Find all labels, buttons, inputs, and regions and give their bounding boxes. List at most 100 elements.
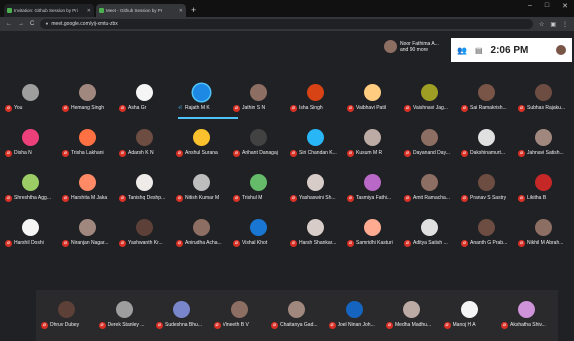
participant-tile[interactable]: ⌀ You <box>2 73 59 118</box>
close-tab-icon[interactable]: ✕ <box>87 8 91 14</box>
participant-avatar <box>173 301 190 318</box>
participant-tile[interactable]: ⌀ Anirudha Acha... <box>173 208 230 253</box>
participant-tile[interactable]: ⌀ Anshul Surana <box>173 118 230 163</box>
participant-tile[interactable]: ⌀ Sai Ramakrish... <box>458 73 515 118</box>
close-tab-icon[interactable]: ✕ <box>179 8 183 14</box>
participant-avatar <box>193 84 210 101</box>
participant-tile[interactable]: ⌀ Asha Gr <box>116 73 173 118</box>
participant-name: Ananth G Prab... <box>470 240 508 246</box>
participant-tile[interactable]: ⌀ Akshatha Shiv... <box>498 290 555 335</box>
close-window-icon[interactable]: ✕ <box>562 2 568 10</box>
back-icon[interactable]: ← <box>6 21 12 27</box>
participant-name: Joel Ninan Joh... <box>337 322 375 328</box>
browser-tab-meet[interactable]: Meet - Github Session by Pr ✕ <box>96 4 186 17</box>
participant-tile[interactable]: ⌀ Harshita M Jaka <box>59 163 116 208</box>
participant-tile[interactable]: ⌀ Tasmiya Fathi... <box>344 163 401 208</box>
participant-avatar <box>518 301 535 318</box>
participant-tile[interactable]: ⌀ Jathin S N <box>230 73 287 118</box>
participant-tile[interactable]: ⌀ Yashaswini Sh... <box>287 163 344 208</box>
participant-tile[interactable]: ⌀ Adarsh K N <box>116 118 173 163</box>
menu-icon[interactable]: ⋮ <box>562 21 568 28</box>
participant-tile[interactable]: ⌀ Jahnavi Satish... <box>515 118 572 163</box>
participant-tile[interactable]: ⌀ Vineeth B V <box>211 290 268 335</box>
participant-tile[interactable]: ⌀ Derek Stanley ... <box>96 290 153 335</box>
participant-avatar <box>421 174 438 191</box>
participant-name: Amit Ramacha... <box>413 195 450 201</box>
participant-tile[interactable]: ⌀ Dayanand Day... <box>401 118 458 163</box>
forward-icon[interactable]: → <box>18 21 24 27</box>
participant-avatar <box>136 84 153 101</box>
participant-name: Nikhil M Abrah... <box>527 240 564 246</box>
chat-icon[interactable]: ▤ <box>475 46 483 55</box>
mic-muted-icon: ⌀ <box>119 150 126 157</box>
participant-avatar <box>136 129 153 146</box>
participant-tile[interactable]: ⌀ Vishal Khot <box>230 208 287 253</box>
lock-icon: ● <box>45 21 49 27</box>
mic-muted-icon: ⌀ <box>213 322 221 329</box>
participant-tile[interactable]: ⌀ Aditya Satish ... <box>401 208 458 253</box>
participant-tile[interactable]: ⌀ Tanishq Deshp... <box>116 163 173 208</box>
participant-tile[interactable]: ⌀ Niranjan Nagar... <box>59 208 116 253</box>
minimize-icon[interactable]: – <box>528 2 532 10</box>
participant-tile[interactable]: ⌀ Kusum M R <box>344 118 401 163</box>
participant-tile[interactable]: ⌀ Disha N <box>2 118 59 163</box>
participant-tile[interactable]: ⌀ Siri Chandan K... <box>287 118 344 163</box>
participant-tile[interactable]: ⌀ Samridhi Kasturi <box>344 208 401 253</box>
browser-tab-invitation[interactable]: Invitation: Github Session by Pri ✕ <box>4 4 94 17</box>
meeting-clock: 2:06 PM <box>490 44 529 56</box>
participant-name: Yashwanth Kr... <box>128 240 163 246</box>
mic-muted-icon: ⌀ <box>5 240 12 247</box>
participant-tile[interactable]: ⌀ Medha Madhu... <box>383 290 440 335</box>
mic-muted-icon: ⌀ <box>290 150 297 157</box>
bookmark-star-icon[interactable]: ☆ <box>539 21 544 28</box>
participant-avatar <box>364 84 381 101</box>
participant-tile[interactable]: ⌀ Harshil Doshi <box>2 208 59 253</box>
new-tab-icon[interactable]: + <box>191 4 196 17</box>
participant-name: You <box>14 105 23 111</box>
participant-avatar <box>535 174 552 191</box>
participant-avatar <box>307 129 324 146</box>
participant-tile[interactable]: ⌀ Sudeshna Bhu... <box>153 290 210 335</box>
tab-label: Invitation: Github Session by Pri <box>14 8 78 13</box>
participant-tile[interactable]: ⌀ Nikhil M Abrah... <box>515 208 572 253</box>
self-avatar <box>556 45 566 55</box>
participant-tile[interactable]: ⌀ Subhas Rajaku... <box>515 73 572 118</box>
participant-tile[interactable]: ⌀ Vaishnavi Jag... <box>401 73 458 118</box>
speaking-icon: ·ıl <box>177 105 182 111</box>
participant-name: Arihant Danagaj <box>242 150 278 156</box>
participant-tile[interactable]: ⌀ Hemang Singh <box>59 73 116 118</box>
extensions-icon[interactable]: ▣ <box>550 21 556 28</box>
mic-muted-icon: ⌀ <box>518 195 525 202</box>
participant-tile[interactable]: ⌀ Ananth G Prab... <box>458 208 515 253</box>
participant-tile[interactable]: ⌀ Pranav S Sastry <box>458 163 515 208</box>
participant-tile[interactable]: ⌀ Harsh Shankar... <box>287 208 344 253</box>
participant-tile[interactable]: ⌀ Dakshinamurt... <box>458 118 515 163</box>
participant-tile[interactable]: ⌀ Joel Ninan Joh... <box>326 290 383 335</box>
participant-tile[interactable]: ⌀ Vaibhavi Patil <box>344 73 401 118</box>
participant-avatar <box>79 174 96 191</box>
participant-tile[interactable]: ⌀ Isha Singh <box>287 73 344 118</box>
maximize-icon[interactable]: □ <box>545 2 549 10</box>
reload-icon[interactable]: C <box>30 21 34 27</box>
people-icon[interactable]: 👥 <box>457 46 467 55</box>
participant-tile[interactable]: ⌀ Likitha B <box>515 163 572 208</box>
participant-avatar <box>307 84 324 101</box>
participant-tile[interactable]: ·ıl Rajath M K <box>173 73 230 118</box>
participant-name: Pranav S Sastry <box>470 195 507 201</box>
mic-muted-icon: ⌀ <box>347 240 354 247</box>
calendar-tab-icon <box>7 8 12 13</box>
participant-tile[interactable]: ⌀ Nitish Kumar M <box>173 163 230 208</box>
participant-tile[interactable]: ⌀ Manoj H A <box>441 290 498 335</box>
address-bar[interactable]: ● meet.google.com/yij-xmtu-zbx <box>40 19 533 29</box>
participant-name: Tasmiya Fathi... <box>356 195 392 201</box>
participant-name: Trishul M <box>242 195 263 201</box>
participant-tile[interactable]: ⌀ Yashwanth Kr... <box>116 208 173 253</box>
participant-tile[interactable]: ⌀ Arihant Danagaj <box>230 118 287 163</box>
mic-muted-icon: ⌀ <box>119 195 126 202</box>
participant-tile[interactable]: ⌀ Trisha Lakhani <box>59 118 116 163</box>
participant-tile[interactable]: ⌀ Chaitanya Gad... <box>268 290 325 335</box>
participant-tile[interactable]: ⌀ Amit Ramacha... <box>401 163 458 208</box>
participant-tile[interactable]: ⌀ Dhruv Dubey <box>38 290 95 335</box>
participant-tile[interactable]: ⌀ Shreshtha Agg... <box>2 163 59 208</box>
participant-tile[interactable]: ⌀ Trishul M <box>230 163 287 208</box>
